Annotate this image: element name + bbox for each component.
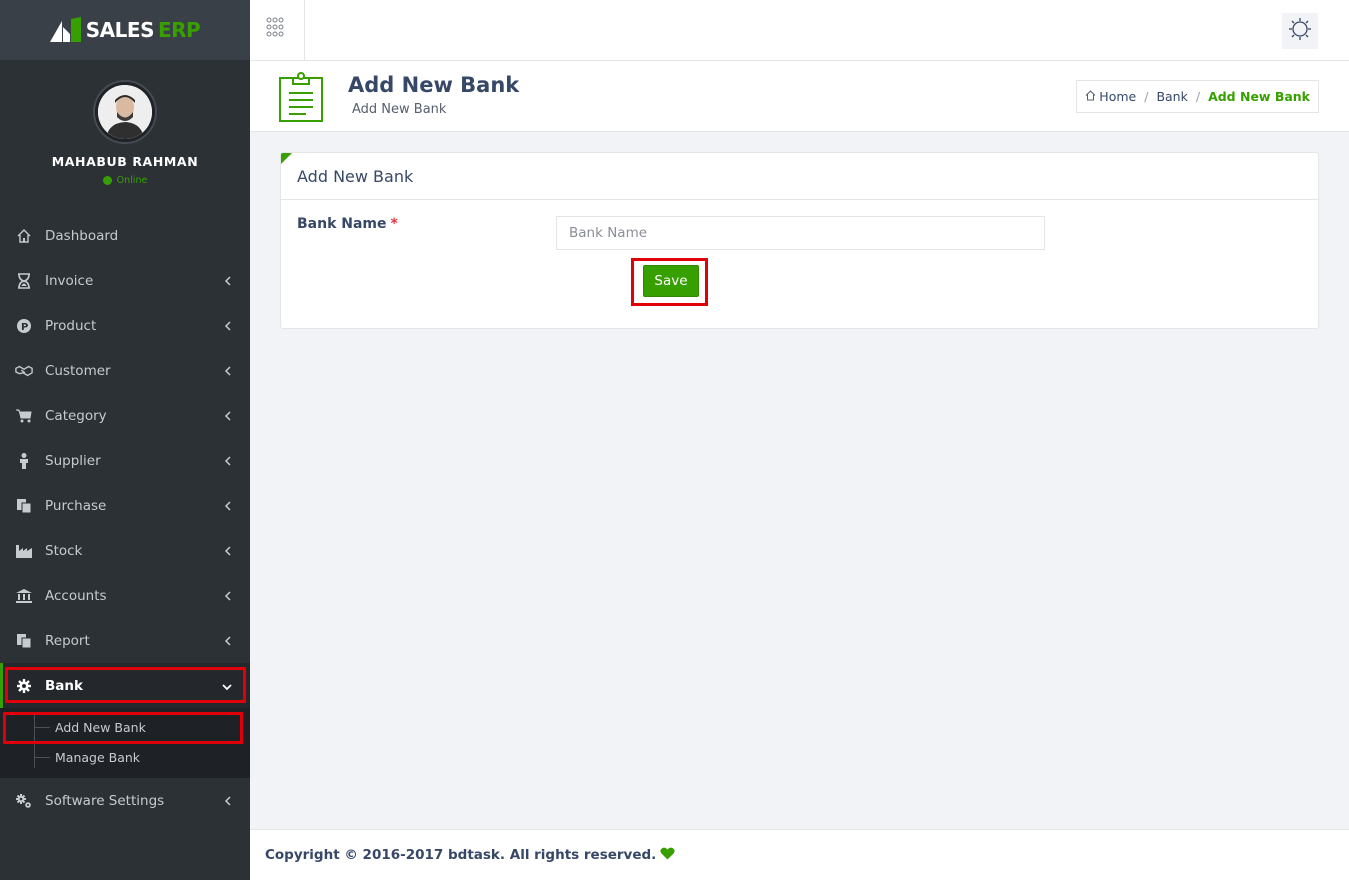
person-icon (15, 452, 33, 470)
heart-icon (660, 847, 675, 864)
submenu-item-add-new-bank[interactable]: Add New Bank (0, 712, 250, 742)
chevron-left-icon (224, 454, 232, 470)
user-profile: MAHABUB RAHMAN Online (0, 60, 250, 205)
add-bank-panel: Add New Bank Bank Name* Save (280, 152, 1319, 329)
chevron-left-icon (224, 499, 232, 515)
breadcrumb-separator: / (1144, 89, 1149, 104)
sidebar-item-label: Stock (45, 542, 83, 559)
apps-grid-icon (266, 17, 288, 43)
sidebar-item-supplier[interactable]: Supplier (0, 438, 250, 483)
breadcrumb-separator: / (1195, 89, 1201, 104)
page-title: Add New Bank (348, 73, 520, 97)
chevron-left-icon (224, 589, 232, 605)
panel-heading: Add New Bank (281, 153, 1318, 200)
sidebar-item-stock[interactable]: Stock (0, 528, 250, 573)
online-status: Online (102, 175, 148, 186)
sidebar-item-label: Product (45, 317, 97, 334)
gears-icon (15, 792, 33, 810)
sidebar: SALES ERP MAHABUB RAHMAN Online Dashboar… (0, 0, 250, 880)
svg-text:P: P (21, 322, 28, 333)
sidebar-item-customer[interactable]: Customer (0, 348, 250, 393)
status-label: Online (116, 175, 148, 186)
chevron-left-icon (224, 409, 232, 425)
chevron-left-icon (224, 319, 232, 335)
breadcrumb: Home / Bank / Add New Bank (1076, 80, 1319, 113)
online-dot-icon (102, 176, 112, 185)
sidebar-item-purchase[interactable]: Purchase (0, 483, 250, 528)
sidebar-item-label: Purchase (45, 497, 107, 514)
handshake-icon (15, 362, 33, 380)
chevron-left-icon (224, 364, 232, 380)
chevron-left-icon (224, 634, 232, 650)
settings-toggle-button[interactable] (1282, 13, 1318, 49)
copyright-text: Copyright © 2016-2017 bdtask. All rights… (265, 847, 657, 863)
submenu-item-manage-bank[interactable]: Manage Bank (0, 742, 250, 772)
sidebar-item-label: Category (45, 407, 107, 424)
required-mark: * (390, 216, 398, 232)
sidebar-item-label: Software Settings (45, 792, 165, 809)
sidebar-item-report[interactable]: Report (0, 618, 250, 663)
copy-icon (15, 497, 33, 515)
submenu-item-label: Manage Bank (55, 749, 141, 765)
home-icon (1085, 89, 1096, 104)
product-p-icon: P (15, 317, 33, 335)
sidebar-item-label: Customer (45, 362, 111, 379)
submenu-item-label: Add New Bank (55, 719, 146, 735)
breadcrumb-home[interactable]: Home (1085, 89, 1136, 104)
sidebar-item-accounts[interactable]: Accounts (0, 573, 250, 618)
breadcrumb-home-label: Home (1099, 89, 1137, 104)
save-button[interactable]: Save (643, 265, 699, 297)
bank-submenu: Add New Bank Manage Bank (0, 708, 250, 778)
breadcrumb-bank[interactable]: Bank (1156, 89, 1187, 104)
bank-name-label-text: Bank Name (297, 216, 387, 232)
sidebar-item-label: Accounts (45, 587, 107, 604)
sidebar-item-product[interactable]: P Product (0, 303, 250, 348)
top-navbar (250, 0, 1349, 61)
chevron-down-icon (222, 679, 232, 695)
logo-icon (49, 17, 81, 43)
sidebar-menu: Dashboard Invoice P Product Customer Cat… (0, 213, 250, 823)
user-name: MAHABUB RAHMAN (51, 154, 199, 169)
sidebar-item-dashboard[interactable]: Dashboard (0, 213, 250, 258)
sidebar-item-software-settings[interactable]: Software Settings (0, 778, 250, 823)
chevron-left-icon (224, 794, 232, 810)
logo[interactable]: SALES ERP (0, 0, 250, 60)
apps-grid-button[interactable] (250, 0, 305, 60)
chevron-left-icon (224, 544, 232, 560)
avatar[interactable] (98, 85, 152, 139)
footer: Copyright © 2016-2017 bdtask. All rights… (250, 829, 1349, 880)
cart-icon (15, 407, 33, 425)
sidebar-item-label: Bank (45, 677, 83, 694)
sidebar-item-category[interactable]: Category (0, 393, 250, 438)
avatar-ring (93, 80, 157, 144)
clipboard-icon (278, 71, 324, 127)
sidebar-item-label: Invoice (45, 272, 94, 289)
sun-gear-icon (1288, 17, 1312, 45)
bank-name-input[interactable] (556, 216, 1045, 250)
sidebar-item-label: Dashboard (45, 227, 119, 244)
page-header: Add New Bank Add New Bank Home / Bank / … (250, 61, 1349, 132)
factory-icon (15, 542, 33, 560)
page-subtitle: Add New Bank (352, 102, 447, 117)
sidebar-item-invoice[interactable]: Invoice (0, 258, 250, 303)
home-icon (15, 227, 33, 245)
logo-text: SALES ERP (85, 18, 201, 42)
breadcrumb-current: Add New Bank (1208, 89, 1310, 104)
hourglass-icon (15, 272, 33, 290)
sidebar-item-bank[interactable]: Bank (0, 663, 250, 708)
bank-name-label: Bank Name * (297, 216, 398, 232)
panel-corner-accent (281, 153, 292, 164)
gear-icon (15, 677, 33, 695)
sidebar-item-label: Supplier (45, 452, 101, 469)
bank-building-icon (15, 587, 33, 605)
chevron-left-icon (224, 274, 232, 290)
copy-icon (15, 632, 33, 650)
sidebar-item-label: Report (45, 632, 90, 649)
